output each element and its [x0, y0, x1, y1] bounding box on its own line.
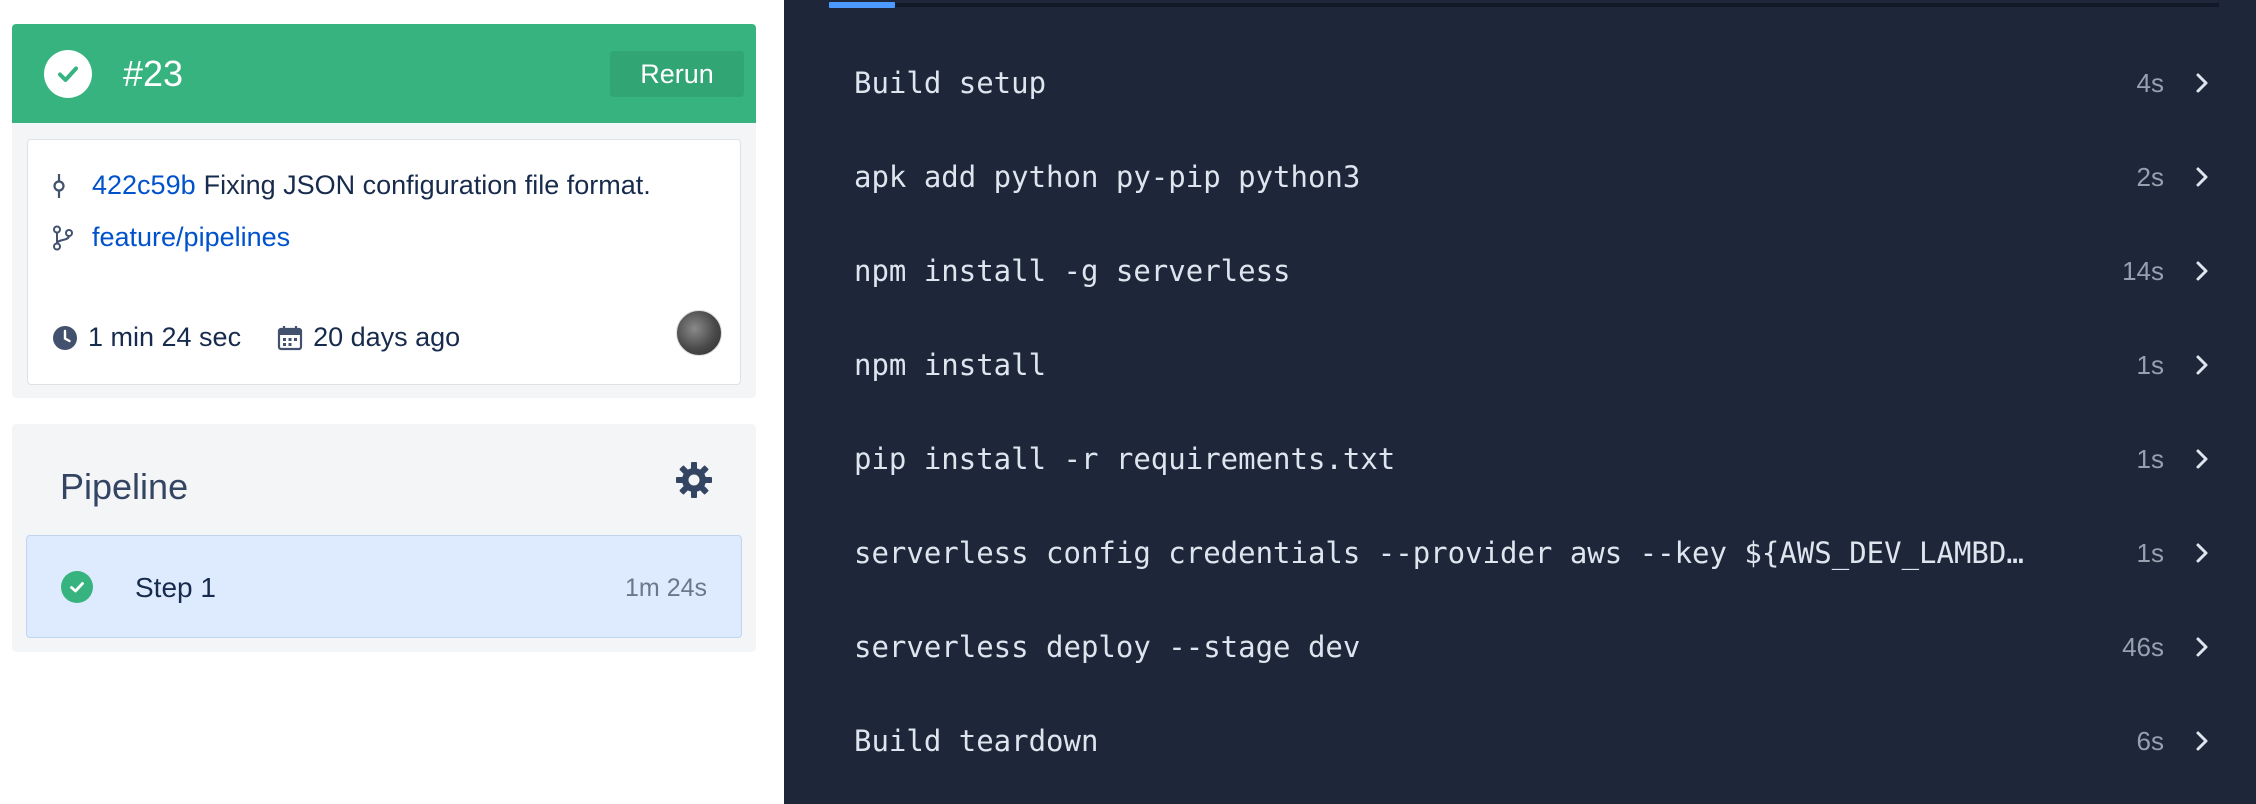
log-duration: 14s — [2122, 256, 2164, 286]
build-number: #23 — [123, 53, 184, 94]
active-tab-indicator[interactable] — [829, 2, 895, 8]
calendar-icon — [277, 325, 303, 351]
date-item: 20 days ago — [277, 322, 460, 353]
log-command: apk add python py-pip python3 — [854, 160, 1361, 194]
log-command: serverless deploy --stage dev — [854, 630, 1361, 664]
build-duration: 1 min 24 sec — [88, 322, 242, 352]
chevron-right-icon — [2196, 355, 2208, 375]
log-duration: 46s — [2122, 632, 2164, 662]
step-duration: 1m 24s — [625, 574, 707, 602]
build-meta-row: 1 min 24 sec 20 days ago — [52, 322, 496, 353]
commit-icon — [52, 173, 78, 199]
chevron-right-icon — [2196, 637, 2208, 657]
chevron-right-icon — [2196, 261, 2208, 281]
chevron-right-icon — [2196, 73, 2208, 93]
build-info-panel: 422c59b Fixing JSON configuration file f… — [12, 123, 756, 398]
log-row[interactable]: npm install -g serverless 14s — [828, 224, 2220, 318]
commit-message: Fixing JSON configuration file format. — [203, 170, 651, 200]
log-duration: 6s — [2136, 726, 2164, 756]
log-row[interactable]: apk add python py-pip python3 2s — [828, 130, 2220, 224]
log-duration: 1s — [2136, 350, 2164, 380]
rerun-button[interactable]: Rerun — [610, 51, 744, 97]
log-row[interactable]: Build setup 4s — [828, 36, 2220, 130]
log-duration: 2s — [2136, 162, 2164, 192]
build-header: #23 Rerun — [12, 24, 756, 123]
branch-link[interactable]: feature/pipelines — [92, 222, 290, 253]
step-success-icon — [61, 571, 93, 603]
chevron-right-icon — [2196, 731, 2208, 751]
commit-row: 422c59b Fixing JSON configuration file f… — [52, 170, 651, 201]
log-command: pip install -r requirements.txt — [854, 442, 1396, 476]
log-panel: Build setup 4s apk add python py-pip pyt… — [784, 0, 2256, 804]
log-command: serverless config credentials --provider… — [854, 536, 2034, 570]
log-duration: 1s — [2136, 444, 2164, 474]
commit-hash-link[interactable]: 422c59b — [92, 170, 196, 201]
duration-item: 1 min 24 sec — [52, 322, 241, 353]
step-label: Step 1 — [135, 572, 216, 603]
pipeline-title: Pipeline — [60, 466, 189, 507]
gear-icon[interactable] — [674, 460, 714, 500]
log-row[interactable]: serverless deploy --stage dev 46s — [828, 600, 2220, 694]
log-row[interactable]: pip install -r requirements.txt 1s — [828, 412, 2220, 506]
log-duration: 1s — [2136, 538, 2164, 568]
log-command: Build setup — [854, 66, 1047, 100]
build-info-card: 422c59b Fixing JSON configuration file f… — [27, 139, 741, 385]
log-command: npm install -g serverless — [854, 254, 1291, 288]
pipeline-step-1[interactable]: Step 1 1m 24s — [26, 535, 742, 638]
log-command: Build teardown — [854, 724, 1099, 758]
log-command: npm install — [854, 348, 1047, 382]
chevron-right-icon — [2196, 167, 2208, 187]
log-row[interactable]: Build teardown 6s — [828, 694, 2220, 788]
branch-icon — [52, 225, 78, 251]
clock-icon — [52, 325, 78, 351]
chevron-right-icon — [2196, 543, 2208, 563]
author-avatar[interactable] — [676, 310, 722, 356]
log-row[interactable]: npm install 1s — [828, 318, 2220, 412]
build-sidebar: #23 Rerun 422c59b Fixing JSON configurat… — [0, 0, 784, 804]
build-date: 20 days ago — [313, 322, 461, 352]
log-tab-bar — [829, 3, 2219, 7]
log-duration: 4s — [2136, 68, 2164, 98]
pipeline-panel: Pipeline Step 1 1m 24s — [12, 424, 756, 652]
chevron-right-icon — [2196, 449, 2208, 469]
branch-row: feature/pipelines — [52, 222, 290, 253]
log-row[interactable]: serverless config credentials --provider… — [828, 506, 2220, 600]
success-check-icon — [44, 50, 92, 98]
